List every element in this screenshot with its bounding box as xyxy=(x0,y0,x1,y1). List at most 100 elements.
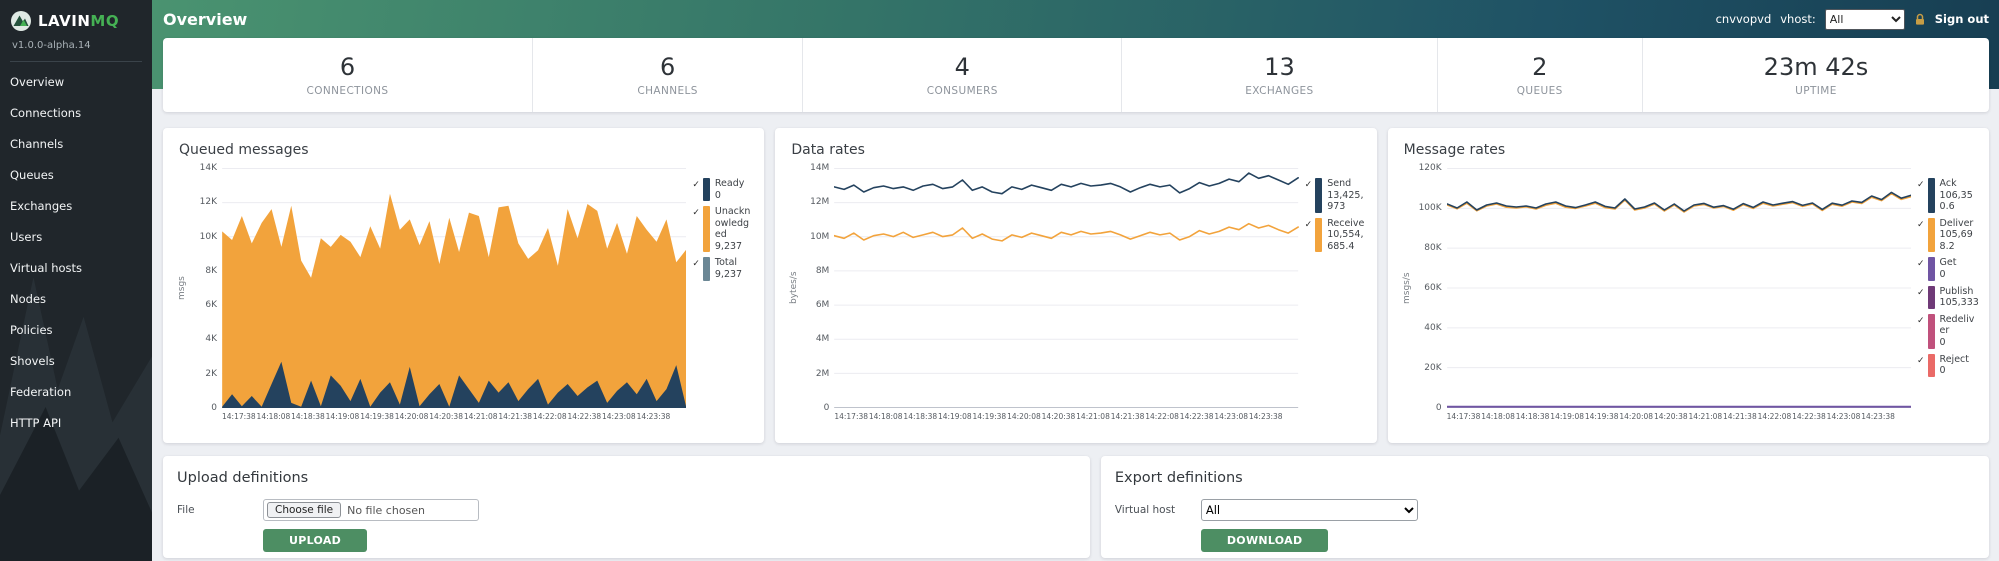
legend-item-reject[interactable]: ✓ Reject 0 xyxy=(1917,353,1979,377)
series-receive xyxy=(834,222,1299,242)
sidebar-item-nodes[interactable]: Nodes xyxy=(0,283,152,314)
legend-swatch xyxy=(1927,178,1935,213)
y-tick: 4M xyxy=(815,334,830,345)
x-tick: 14:18:38 xyxy=(1515,412,1550,421)
legend-series-name: Deliver xyxy=(1939,217,1974,229)
x-tick: 14:17:38 xyxy=(1446,412,1481,421)
legend-item-receive[interactable]: ✓ Receive 10,554,685.4 xyxy=(1305,217,1367,253)
stat-cell-uptime: 23m 42s UPTIME xyxy=(1643,38,1989,112)
legend-item-redeliver[interactable]: ✓ Redeliver 0 xyxy=(1917,313,1979,349)
legend-item-deliver[interactable]: ✓ Deliver 105,698.2 xyxy=(1916,217,1979,253)
upload-title: Upload definitions xyxy=(177,470,309,486)
stat-label: CONNECTIONS xyxy=(306,85,389,97)
legend-text: Deliver 105,698.2 xyxy=(1940,218,1979,253)
chart-plot-queued-messages xyxy=(222,168,687,408)
x-tick: 14:22:38 xyxy=(1792,412,1826,421)
upload-form-row: File Choose file No file chosen UPLOAD xyxy=(177,499,1076,552)
legend-checkmark: ✓ xyxy=(1916,287,1925,298)
file-input[interactable]: Choose file No file chosen xyxy=(263,499,479,521)
legend-series-name: Unacknowledged xyxy=(714,206,751,241)
x-tick: 14:22:38 xyxy=(567,412,602,421)
chart-title: Data rates xyxy=(791,142,865,158)
legend-text: Ack 106,350.6 xyxy=(1940,178,1979,213)
export-definitions-panel: Export definitions Virtual host All DOWN… xyxy=(1100,456,1989,558)
series-deliver xyxy=(1446,192,1911,213)
x-tick: 14:18:08 xyxy=(256,412,291,421)
sidebar-item-channels[interactable]: Channels xyxy=(0,128,152,159)
stat-value: 2 xyxy=(1532,53,1548,81)
chart-plot-message-rates xyxy=(1446,168,1911,408)
legend-item-total[interactable]: ✓ Total 9,237 xyxy=(692,257,754,281)
sidebar-item-users[interactable]: Users xyxy=(0,221,152,252)
y-tick: 40K xyxy=(1424,323,1442,333)
y-tick: 12K xyxy=(199,197,217,208)
download-button[interactable]: DOWNLOAD xyxy=(1200,529,1329,552)
sidebar-item-http-api[interactable]: HTTP API xyxy=(0,407,152,438)
chart-body: msgs 14K 12K 10K 8K 6K 4K 2K 0 14:17:38 14:18:08 14… xyxy=(177,163,754,421)
vhost-select[interactable]: All xyxy=(1824,8,1905,30)
export-vhost-select[interactable]: All xyxy=(1200,499,1418,521)
x-tick: 14:22:08 xyxy=(1145,412,1179,421)
chart-body: bytes/s 14M 12M 10M 8M 6M 4M 2M 0 14:17:38 14:18:0… xyxy=(789,163,1367,421)
x-tick: 14:18:08 xyxy=(868,412,903,421)
signout-icon xyxy=(1915,13,1924,25)
legend-item-get[interactable]: ✓ Get 0 xyxy=(1916,257,1979,281)
sidebar-item-overview[interactable]: Overview xyxy=(0,66,152,97)
stat-cell-connections: 6 CONNECTIONS xyxy=(163,38,533,112)
username-label: cnvvopvd xyxy=(1715,12,1772,26)
legend-series-name: Send xyxy=(1327,178,1352,189)
legend-checkmark: ✓ xyxy=(1916,259,1925,270)
y-tick: 120K xyxy=(1418,163,1442,173)
legend-series-value: 9,237 xyxy=(714,240,743,252)
legend-text: Unacknowledged 9,237 xyxy=(715,206,754,252)
stat-cell-channels: 6 CHANNELS xyxy=(533,38,804,112)
sidebar-item-policies[interactable]: Policies xyxy=(0,314,152,345)
legend-series-value: 0 xyxy=(1939,336,1946,348)
sidebar-item-federation[interactable]: Federation xyxy=(0,376,152,407)
sidebar-item-virtual-hosts[interactable]: Virtual hosts xyxy=(0,252,152,283)
sidebar-item-queues[interactable]: Queues xyxy=(0,159,152,190)
x-tick: 14:18:08 xyxy=(1481,412,1515,421)
sidebar-item-connections[interactable]: Connections xyxy=(0,97,152,128)
plot-area: 14:17:38 14:18:08 14:18:38 14:19:08 14:19:38… xyxy=(222,168,687,421)
export-form-row: Virtual host All DOWNLOAD xyxy=(1115,499,1975,552)
legend-text: Reject 0 xyxy=(1940,354,1969,377)
x-tick: 14:19:38 xyxy=(972,412,1007,421)
legend-item-unacknowledged[interactable]: ✓ Unacknowledged 9,237 xyxy=(692,206,754,253)
stat-value: 4 xyxy=(954,53,970,81)
series-send xyxy=(834,172,1299,195)
x-tick: 14:21:38 xyxy=(498,412,533,421)
sidebar-nav: Overview Connections Channels Queues Exchang… xyxy=(0,66,152,438)
chart-card-message-rates: Message rates msgs/s 120K 100K 80K 60K 40K 20K 0… xyxy=(1387,128,1989,443)
legend-item-ready[interactable]: ✓ Ready 0 xyxy=(692,178,754,202)
brand[interactable]: LAVINMQ xyxy=(0,0,152,32)
legend-item-publish[interactable]: ✓ Publish 105,333 xyxy=(1916,285,1979,309)
legend-checkmark: ✓ xyxy=(1916,219,1925,230)
y-tick: 20K xyxy=(1424,363,1442,373)
x-tick: 14:19:08 xyxy=(1550,412,1584,421)
x-tick: 14:17:38 xyxy=(222,412,256,421)
y-tick: 2M xyxy=(815,368,830,379)
charts-row: Queued messages msgs 14K 12K 10K 8K 6K 4K 2K 0 14:… xyxy=(163,128,1989,443)
legend-checkmark: ✓ xyxy=(1304,180,1313,190)
legend-swatch xyxy=(1927,353,1935,377)
chart-title: Queued messages xyxy=(179,142,309,158)
y-axis-label: bytes/s xyxy=(789,271,800,305)
chart-legend: ✓ Send 13,425,973 ✓ Receive 10,554,685.4 xyxy=(1299,168,1367,421)
legend-series-name: Redeliver xyxy=(1939,313,1975,337)
y-tick: 6M xyxy=(815,300,830,311)
x-tick: 14:21:08 xyxy=(1688,412,1723,421)
y-tick: 80K xyxy=(1424,243,1442,253)
legend-item-ack[interactable]: ✓ Ack 106,350.6 xyxy=(1917,178,1979,213)
vhost-label: vhost: xyxy=(1780,12,1816,26)
upload-button[interactable]: UPLOAD xyxy=(263,529,368,552)
legend-item-send[interactable]: ✓ Send 13,425,973 xyxy=(1305,178,1367,213)
y-tick: 0 xyxy=(1435,403,1442,413)
choose-file-button[interactable]: Choose file xyxy=(267,502,342,518)
legend-swatch xyxy=(1315,178,1323,213)
sidebar-item-shovels[interactable]: Shovels xyxy=(0,345,152,376)
signout-link[interactable]: Sign out xyxy=(1935,12,1989,26)
sidebar-item-exchanges[interactable]: Exchanges xyxy=(0,190,152,221)
version-label: v1.0.0-alpha.14 xyxy=(12,40,91,51)
lavinmq-logo-icon xyxy=(11,11,31,31)
